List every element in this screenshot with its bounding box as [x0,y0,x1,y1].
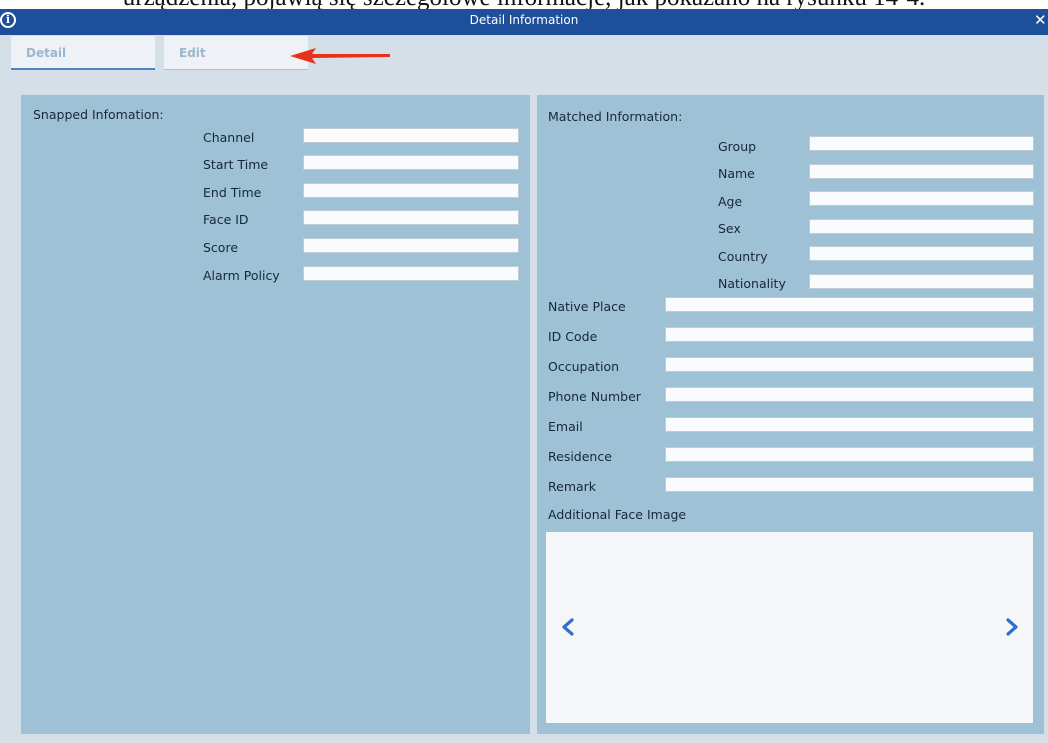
residence-field[interactable] [665,447,1034,462]
age-field[interactable] [809,191,1034,206]
group-label: Group [718,139,757,154]
occupation-field[interactable] [665,357,1034,372]
name-field[interactable] [809,164,1034,179]
name-label: Name [718,166,755,181]
alarm-policy-field[interactable] [303,266,519,281]
id-code-label: ID Code [548,329,598,344]
remark-field[interactable] [665,477,1034,492]
end-time-field[interactable] [303,183,519,198]
start-time-field[interactable] [303,155,519,170]
face-id-field[interactable] [303,210,519,225]
tab-detail-label: Detail [26,46,67,60]
close-icon[interactable]: ✕ [1034,9,1048,31]
nationality-field[interactable] [809,274,1034,289]
start-time-label: Start Time [203,157,269,172]
detail-information-window: i Detail Information ✕ Detail Edit Snapp… [0,9,1048,743]
additional-face-image-box [546,532,1033,723]
remark-label: Remark [548,479,597,494]
score-field[interactable] [303,238,519,253]
title-bar: i Detail Information ✕ [0,9,1048,35]
matched-information-panel: Matched Information: Group Name Age Sex … [537,95,1044,734]
sex-label: Sex [718,221,741,236]
tab-detail[interactable]: Detail [11,36,155,70]
tab-edit[interactable]: Edit [164,36,308,70]
phone-number-field[interactable] [665,387,1034,402]
face-id-label: Face ID [203,212,249,227]
age-label: Age [718,194,743,209]
phone-number-label: Phone Number [548,389,641,404]
snapped-information-panel: Snapped Infomation: Channel Start Time E… [21,95,530,734]
email-label: Email [548,419,583,434]
window-title: Detail Information [469,13,579,27]
alarm-policy-label: Alarm Policy [203,268,280,283]
residence-label: Residence [548,449,612,464]
chevron-right-icon[interactable] [1004,617,1020,637]
country-label: Country [718,249,768,264]
end-time-label: End Time [203,185,262,200]
id-code-field[interactable] [665,327,1034,342]
channel-label: Channel [203,130,255,145]
group-field[interactable] [809,136,1034,151]
native-place-field[interactable] [665,297,1034,312]
nationality-label: Nationality [718,276,786,291]
annotation-arrow-icon [290,48,390,64]
tab-edit-label: Edit [179,46,206,60]
matched-section-title: Matched Information: [548,109,683,124]
sex-field[interactable] [809,219,1034,234]
score-label: Score [203,240,239,255]
additional-face-image-label: Additional Face Image [548,507,687,522]
email-field[interactable] [665,417,1034,432]
native-place-label: Native Place [548,299,626,314]
chevron-left-icon[interactable] [560,617,576,637]
country-field[interactable] [809,246,1034,261]
snapped-section-title: Snapped Infomation: [33,107,164,122]
occupation-label: Occupation [548,359,620,374]
channel-field[interactable] [303,128,519,143]
